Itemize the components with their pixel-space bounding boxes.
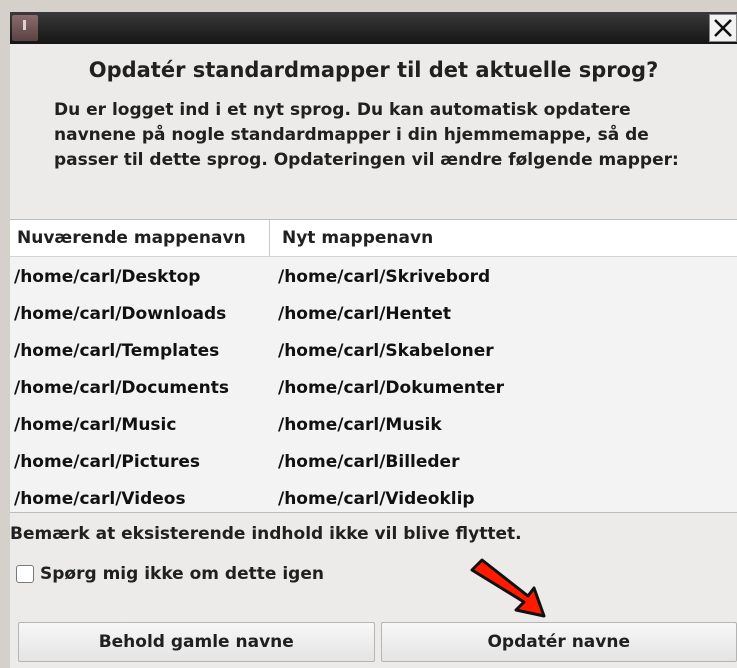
table-row[interactable]: /home/carl/Pictures /home/carl/Billeder [10,446,737,483]
table-row[interactable]: /home/carl/Music /home/carl/Musik [10,409,737,446]
table-row[interactable]: /home/carl/Documents /home/carl/Dokument… [10,372,737,409]
description-line: navnene på nogle standardmapper i din hj… [54,125,649,145]
current-folder-cell: /home/carl/Pictures [14,452,201,472]
update-names-button[interactable]: Opdatér navne [380,622,737,662]
column-header-current[interactable]: Nuværende mappenavn [17,220,270,256]
keep-old-names-button[interactable]: Behold gamle navne [18,622,375,662]
red-arrow-annotation [470,558,546,618]
new-folder-cell: /home/carl/Skabeloner [278,341,494,361]
close-icon [714,19,732,37]
dialog-description: Du er logget ind i et nyt sprog. Du kan … [54,98,724,173]
new-folder-cell: /home/carl/Skrivebord [278,267,491,287]
current-folder-cell: /home/carl/Downloads [14,304,227,324]
current-folder-cell: /home/carl/Templates [14,341,220,361]
table-row[interactable]: /home/carl/Templates /home/carl/Skabelon… [10,335,737,372]
new-folder-cell: /home/carl/Musik [278,415,442,435]
table-header: Nuværende mappenavn Nyt mappenavn [10,220,737,257]
table-row[interactable]: /home/carl/Desktop /home/carl/Skrivebord [10,261,737,298]
current-folder-cell: /home/carl/Documents [14,378,229,398]
notice-text: Bemærk at eksisterende indhold ikke vil … [10,524,522,544]
description-line: passer til dette sprog. Opdateringen vil… [54,150,679,170]
update-folders-dialog: Opdatér standardmapper til det aktuelle … [10,44,737,668]
new-folder-cell: /home/carl/Billeder [278,452,460,472]
new-folder-cell: /home/carl/Hentet [278,304,452,324]
window-titlebar[interactable] [10,12,737,44]
description-line: Du er logget ind i et nyt sprog. Du kan … [54,100,631,120]
new-folder-cell: /home/carl/Dokumenter [278,378,504,398]
table-row[interactable]: /home/carl/Videos /home/carl/Videoklip [10,483,737,520]
screen-background: Opdatér standardmapper til det aktuelle … [0,0,737,668]
current-folder-cell: /home/carl/Videos [14,489,186,509]
new-folder-cell: /home/carl/Videoklip [278,489,475,509]
current-folder-cell: /home/carl/Desktop [14,267,201,287]
dont-ask-again-checkbox[interactable] [16,565,34,583]
close-button[interactable] [709,14,737,42]
button-bar: Behold gamle navne Opdatér navne [10,622,737,664]
current-folder-cell: /home/carl/Music [14,415,177,435]
table-body: /home/carl/Desktop /home/carl/Skrivebord… [10,261,737,520]
app-icon [12,15,38,41]
column-header-new[interactable]: Nyt mappenavn [282,220,433,256]
dont-ask-again-option[interactable]: Spørg mig ikke om dette igen [16,562,324,586]
folder-table[interactable]: Nuværende mappenavn Nyt mappenavn /home/… [10,219,737,513]
table-row[interactable]: /home/carl/Downloads /home/carl/Hentet [10,298,737,335]
dont-ask-again-label[interactable]: Spørg mig ikke om dette igen [40,564,324,584]
dialog-heading: Opdatér standardmapper til det aktuelle … [88,58,659,82]
